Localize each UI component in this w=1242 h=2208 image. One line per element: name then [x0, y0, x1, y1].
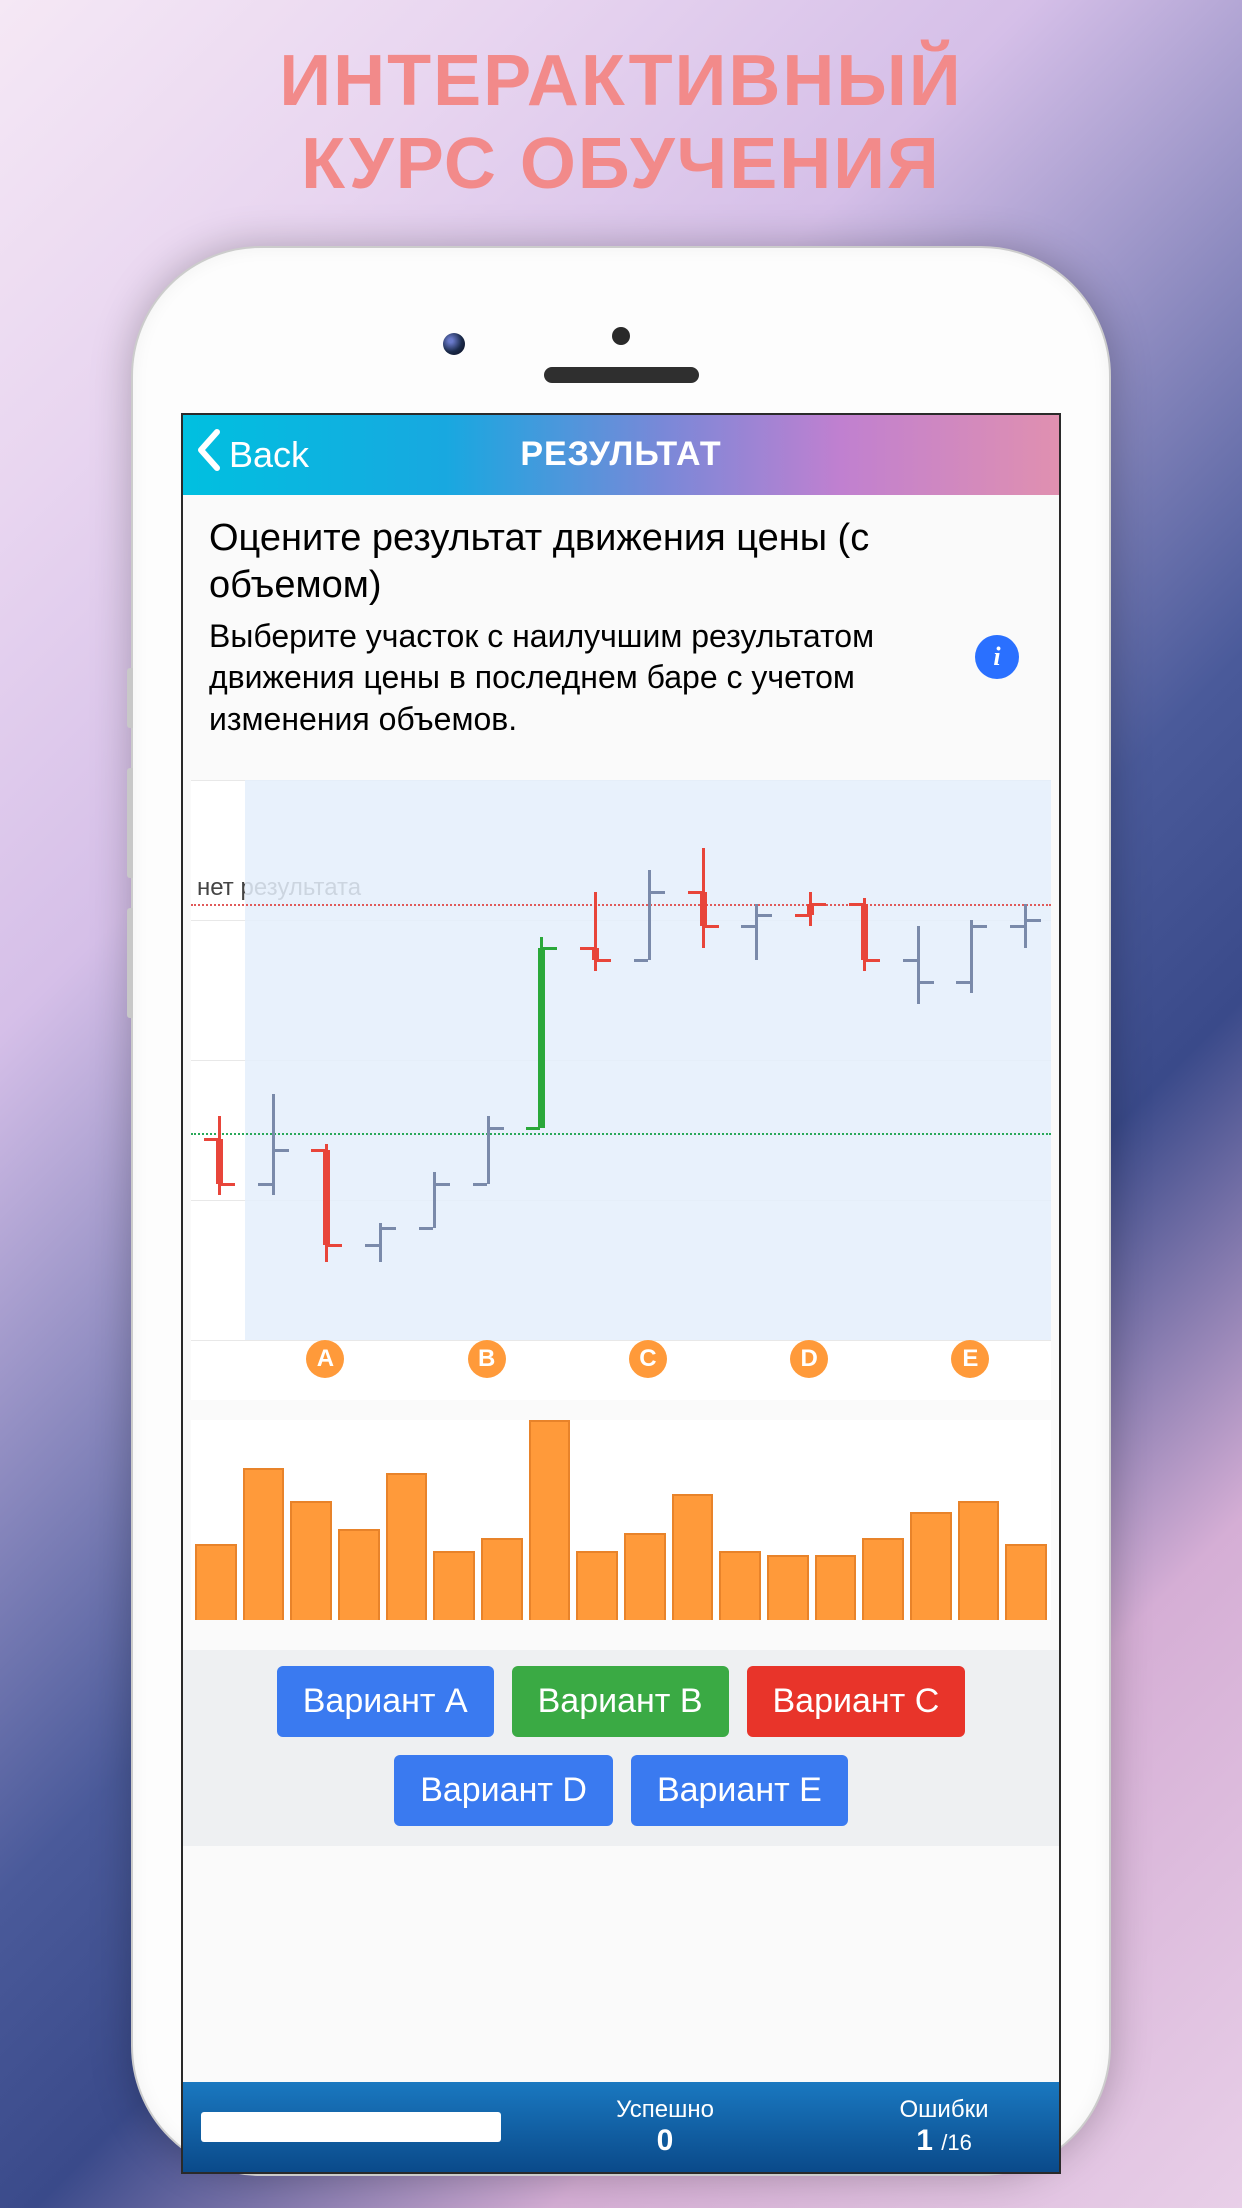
- success-label: Успешно: [501, 2096, 829, 2124]
- price-chart[interactable]: нет результата ABCDE: [191, 780, 1051, 1400]
- band-letter-d: D: [790, 1340, 828, 1378]
- status-bar: Успешно 0 Ошибки 1 /16: [183, 2082, 1059, 2172]
- sensor-icon: [612, 327, 630, 345]
- volume-bar: [958, 1501, 1000, 1621]
- camera-icon: [443, 333, 465, 355]
- volume-bar: [624, 1533, 666, 1620]
- band-letter-c: C: [629, 1340, 667, 1378]
- volume-bar: [815, 1555, 857, 1620]
- question-title: Оцените результат движения цены (с объем…: [209, 515, 1033, 610]
- volume-bar: [576, 1551, 618, 1621]
- phone-volume-up: [127, 768, 133, 878]
- success-value: 0: [501, 2124, 829, 2158]
- volume-bar: [910, 1512, 952, 1621]
- volume-bar: [243, 1468, 285, 1620]
- answer-options: Вариант A Вариант B Вариант C Вариант D Вари…: [183, 1650, 1059, 1846]
- promo-heading: ИНТЕРАКТИВНЫЙ КУРС ОБУЧЕНИЯ: [279, 40, 962, 206]
- volume-bar: [481, 1538, 523, 1621]
- option-button-e[interactable]: Вариант E: [631, 1755, 848, 1826]
- band-letter-e: E: [951, 1340, 989, 1378]
- errors-value: 1: [916, 2124, 933, 2157]
- back-button[interactable]: Back: [183, 428, 309, 481]
- navbar: Back РЕЗУЛЬТАТ: [183, 415, 1059, 495]
- stat-success: Успешно 0: [501, 2096, 829, 2158]
- errors-label: Ошибки: [829, 2096, 1059, 2124]
- question-description: Выберите участок с наилучшим результатом…: [209, 616, 1033, 741]
- promo-line-1: ИНТЕРАКТИВНЫЙ: [279, 40, 962, 123]
- volume-bar: [719, 1551, 761, 1621]
- info-button[interactable]: i: [975, 635, 1019, 679]
- volume-bar: [290, 1501, 332, 1621]
- volume-bar: [386, 1473, 428, 1621]
- volume-chart[interactable]: [191, 1420, 1051, 1620]
- volume-bar: [338, 1529, 380, 1620]
- option-button-b[interactable]: Вариант B: [512, 1666, 729, 1737]
- volume-bar: [433, 1551, 475, 1621]
- volume-bar: [767, 1555, 809, 1620]
- phone-mute-switch: [127, 668, 133, 728]
- volume-bar: [1005, 1544, 1047, 1620]
- content-scroll[interactable]: Оцените результат движения цены (с объем…: [183, 495, 1059, 2082]
- chart-band-e[interactable]: [890, 780, 1051, 1340]
- promo-line-2: КУРС ОБУЧЕНИЯ: [279, 123, 962, 206]
- volume-bar: [529, 1420, 571, 1620]
- info-icon: i: [993, 642, 1000, 672]
- volume-bar: [195, 1544, 237, 1620]
- progress-bar: [201, 2112, 501, 2142]
- phone-mockup: Back РЕЗУЛЬТАТ Оцените результат движени…: [131, 246, 1111, 2176]
- volume-bar: [862, 1538, 904, 1621]
- band-letters: A B C D E: [191, 1340, 1051, 1400]
- band-letter-b: B: [468, 1340, 506, 1378]
- page-title: РЕЗУЛЬТАТ: [183, 435, 1059, 474]
- option-button-c[interactable]: Вариант C: [747, 1666, 966, 1737]
- back-label: Back: [229, 434, 309, 476]
- errors-total: /16: [941, 2130, 972, 2155]
- option-button-d[interactable]: Вариант D: [394, 1755, 613, 1826]
- speaker-icon: [544, 367, 699, 383]
- chart-band-d[interactable]: [729, 780, 890, 1340]
- band-letter-a: A: [306, 1340, 344, 1378]
- phone-top-hardware: [133, 248, 1109, 413]
- option-button-a[interactable]: Вариант A: [277, 1666, 494, 1737]
- stat-errors: Ошибки 1 /16: [829, 2096, 1059, 2158]
- phone-volume-down: [127, 908, 133, 1018]
- app-screen: Back РЕЗУЛЬТАТ Оцените результат движени…: [181, 413, 1061, 2174]
- chevron-left-icon: [195, 428, 225, 481]
- volume-bar: [672, 1494, 714, 1620]
